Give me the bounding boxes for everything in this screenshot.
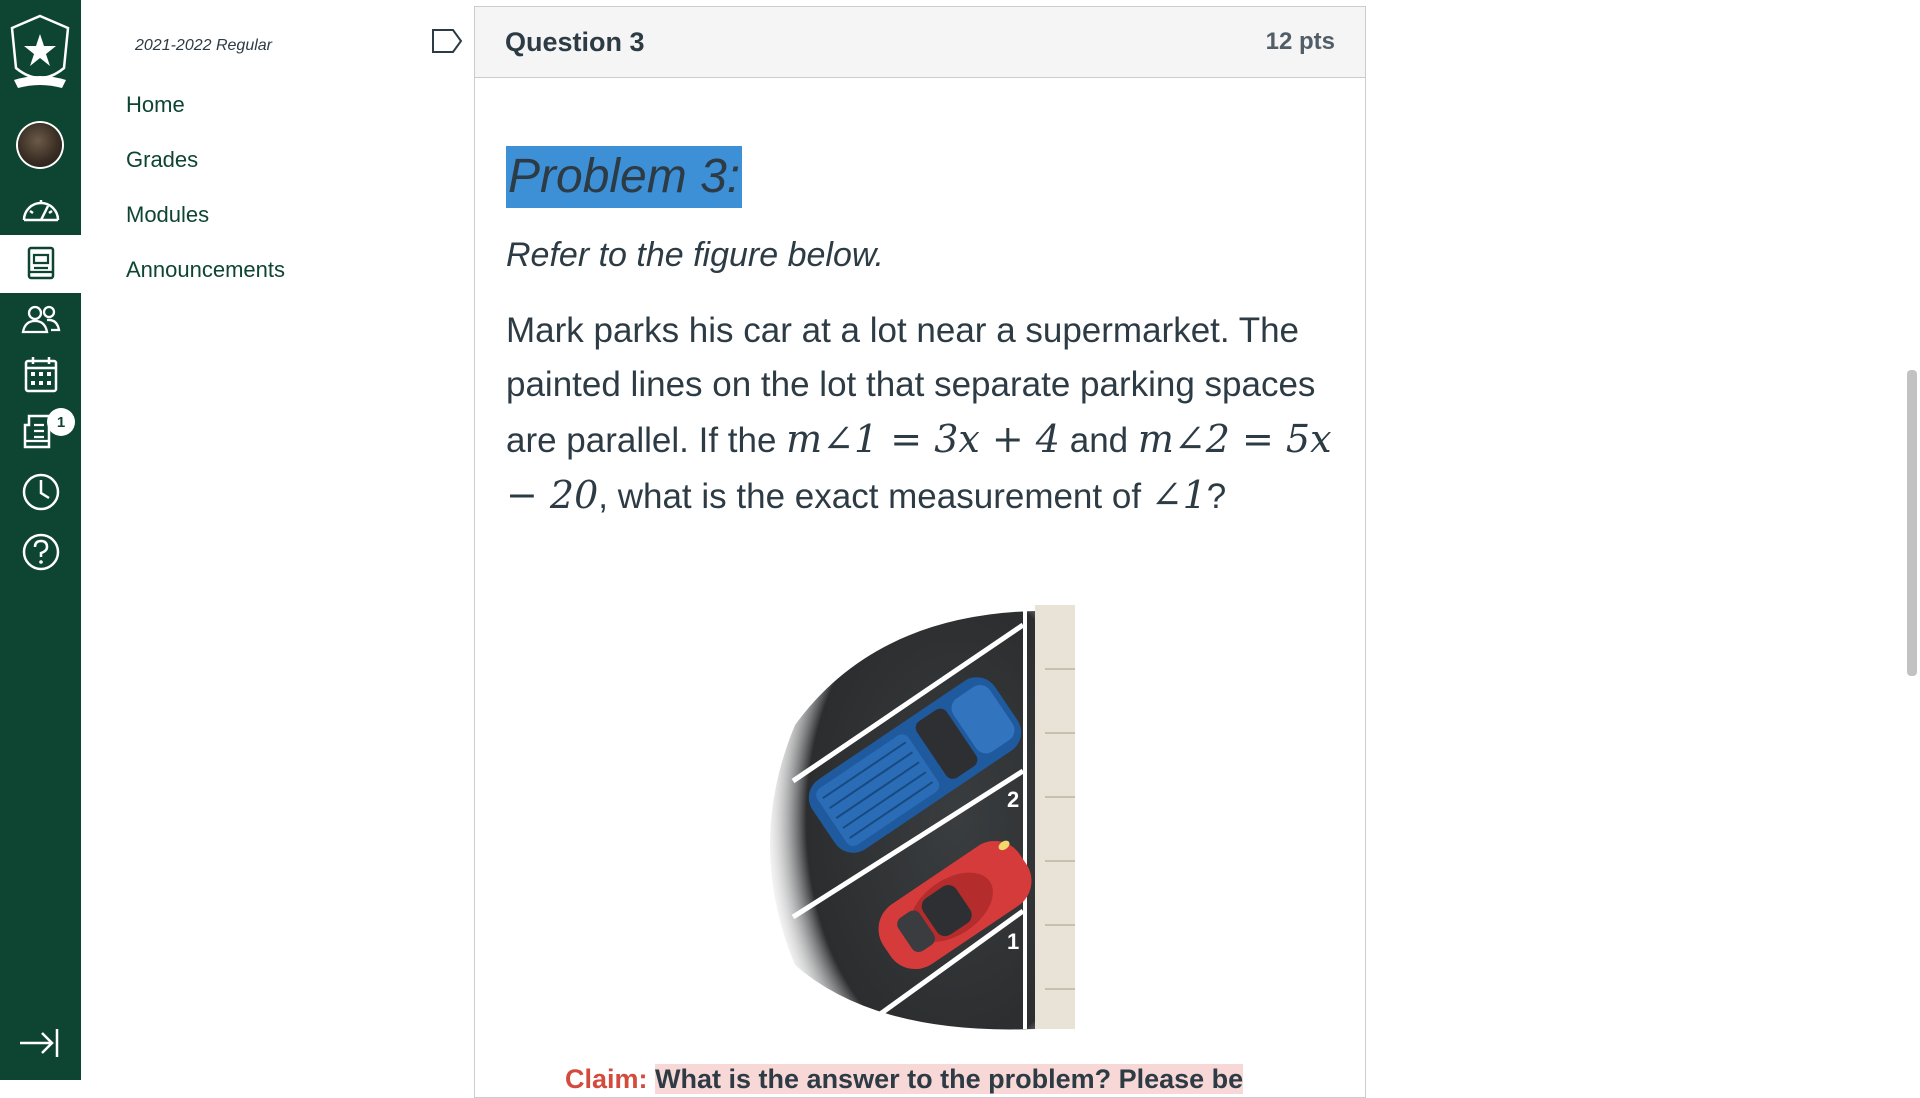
angle1-symbol: ∠1 xyxy=(1150,473,1207,517)
course-nav-home[interactable]: Home xyxy=(126,92,185,118)
history-icon xyxy=(22,473,59,511)
help-icon xyxy=(22,533,59,571)
courses-nav-item[interactable] xyxy=(0,235,81,293)
help-nav-item[interactable] xyxy=(0,523,81,581)
course-nav-modules[interactable]: Modules xyxy=(126,202,209,228)
statement-text: , what is the exact measurement of xyxy=(598,477,1151,516)
question-points: 12 pts xyxy=(1265,28,1335,55)
angle-1-label: 1 xyxy=(1007,929,1019,954)
courses-icon xyxy=(27,246,54,280)
dashboard-icon xyxy=(22,200,59,222)
school-logo[interactable] xyxy=(8,14,72,96)
global-navigation: 1 xyxy=(0,0,81,1080)
refer-text: Refer to the figure below. xyxy=(506,236,885,274)
parking-lot-figure: 2 1 xyxy=(755,605,1115,1040)
groups-nav-item[interactable] xyxy=(0,290,81,348)
page-scrollbar[interactable] xyxy=(1903,0,1920,1080)
history-nav-item[interactable] xyxy=(0,463,81,521)
calendar-icon xyxy=(24,357,57,393)
inbox-unread-badge: 1 xyxy=(47,408,75,436)
course-nav-grades[interactable]: Grades xyxy=(126,147,198,173)
groups-icon xyxy=(21,305,60,334)
course-navigation: 2021-2022 Regular Home Grades Modules An… xyxy=(81,0,474,1080)
calendar-nav-item[interactable] xyxy=(0,345,81,403)
scrollbar-thumb[interactable] xyxy=(1907,370,1917,676)
statement-text: ? xyxy=(1206,477,1227,516)
collapse-nav-button[interactable] xyxy=(18,1025,60,1061)
problem-statement: Mark parks his car at a lot near a super… xyxy=(506,304,1346,524)
course-nav-announcements[interactable]: Announcements xyxy=(126,257,285,283)
question-title: Question 3 xyxy=(505,26,645,57)
angle-2-label: 2 xyxy=(1007,787,1019,812)
question-card: Question 3 12 pts Problem 3: Refer to th… xyxy=(474,6,1366,1098)
question-header: Question 3 12 pts xyxy=(475,7,1365,78)
claim-label: Claim: xyxy=(565,1064,648,1094)
tag-icon[interactable] xyxy=(431,27,463,55)
account-avatar[interactable] xyxy=(18,123,62,167)
term-label: 2021-2022 Regular xyxy=(135,37,272,54)
dashboard-nav-item[interactable] xyxy=(0,180,81,238)
collapse-nav-icon xyxy=(20,1029,59,1057)
problem-title: Problem 3: xyxy=(506,146,743,208)
statement-text: and xyxy=(1060,421,1138,460)
claim-text: What is the answer to the problem? Pleas… xyxy=(655,1064,1244,1094)
equation-angle1: m∠1 = 3x + 4 xyxy=(786,417,1060,461)
